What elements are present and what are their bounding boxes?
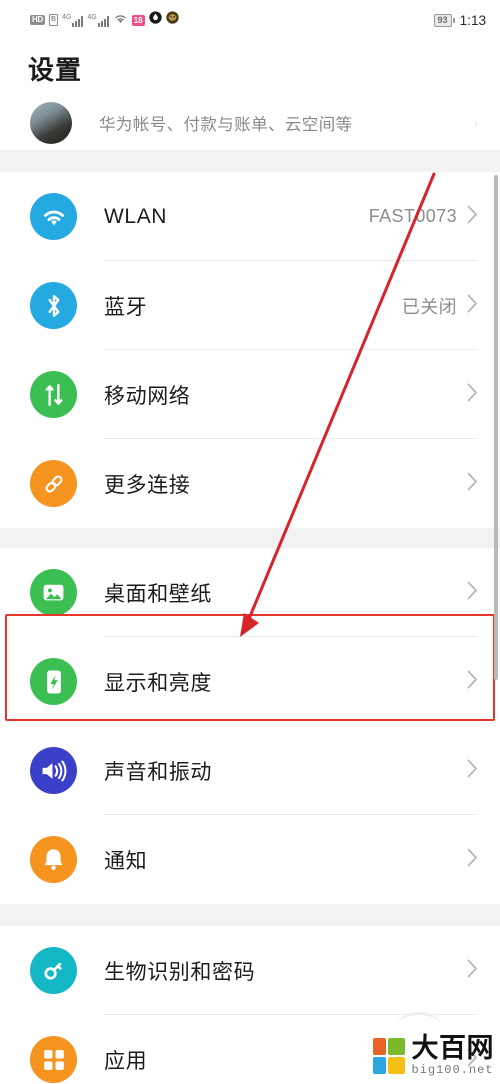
page-title-bar: 设置 — [0, 40, 500, 96]
battery-level-label: 93 — [433, 13, 452, 27]
settings-row-bluetooth[interactable]: 蓝牙 已关闭 — [0, 261, 500, 350]
mask-icon — [165, 11, 179, 29]
status-bar-left-icons: HD B 4G 4G 18 — [30, 11, 179, 29]
bell-icon — [30, 836, 77, 883]
chevron-right-icon — [467, 581, 478, 605]
wallpaper-icon — [30, 569, 77, 616]
settings-row-label: 声音和振动 — [104, 760, 212, 784]
settings-row-value: FAST0073 — [368, 206, 457, 226]
settings-row-display-brightness[interactable]: 显示和亮度 — [0, 637, 500, 726]
sound-vibration-icon — [30, 747, 77, 794]
wifi-icon — [113, 11, 128, 29]
bluetooth-icon — [30, 282, 77, 329]
chevron-right-icon — [467, 205, 478, 229]
apps-grid-icon — [30, 1036, 77, 1083]
settings-row-label: WLAN — [104, 204, 168, 228]
settings-group: WLAN FAST0073 蓝牙 已关闭移动网络更多连接 — [0, 172, 500, 528]
settings-row-mobile-network[interactable]: 移动网络 — [0, 350, 500, 439]
vertical-scrollbar[interactable] — [494, 175, 498, 680]
display-brightness-icon — [30, 658, 77, 705]
chevron-right-icon — [467, 848, 478, 872]
network-type-label-2: 4G — [87, 13, 97, 21]
mobile-network-icon — [30, 371, 77, 418]
chevron-right-icon — [467, 959, 478, 983]
hd-voice-icon: HD — [30, 15, 45, 25]
settings-row-label: 应用 — [104, 1049, 148, 1073]
settings-row-link[interactable]: 更多连接 — [0, 439, 500, 528]
signal-bars-sim2-icon: 4G — [87, 13, 109, 27]
settings-row-label: 蓝牙 — [104, 295, 148, 319]
account-entry-row[interactable]: 华为帐号、付款与账单、云空间等 › — [0, 96, 500, 150]
watermark-logo-icon — [372, 1037, 405, 1074]
signal-bars-sim1-icon: 4G — [62, 13, 84, 27]
status-bar-right-icons: 93 1:13 — [433, 12, 487, 28]
watermark: 大百网 big100.net — [372, 1033, 495, 1077]
chevron-right-icon — [467, 670, 478, 694]
chevron-right-icon — [467, 472, 478, 496]
chevron-right-icon — [467, 383, 478, 407]
settings-row-label: 生物识别和密码 — [104, 960, 256, 984]
group-spacer — [0, 150, 500, 172]
key-icon — [30, 947, 77, 994]
settings-row-label: 显示和亮度 — [104, 671, 212, 695]
battery-icon: 93 — [433, 13, 455, 27]
settings-row-key[interactable]: 生物识别和密码 — [0, 926, 500, 1015]
settings-row-label: 通知 — [104, 849, 148, 873]
watermark-en-label: big100.net — [411, 1063, 494, 1077]
settings-row-label: 移动网络 — [104, 384, 191, 408]
app-badge-icon: 18 — [131, 14, 145, 26]
settings-row-wifi[interactable]: WLAN FAST0073 — [0, 172, 500, 261]
network-type-label-1: 4G — [62, 13, 72, 21]
avatar — [30, 102, 72, 144]
wifi-icon — [30, 193, 77, 240]
settings-row-wallpaper[interactable]: 桌面和壁纸 — [0, 548, 500, 637]
settings-list: WLAN FAST0073 蓝牙 已关闭移动网络更多连接桌面和壁纸显示和亮度声音和振动… — [0, 150, 500, 1084]
droplet-icon — [148, 11, 162, 29]
status-bar: HD B 4G 4G 18 93 1:13 — [0, 0, 500, 40]
settings-row-sound-vibration[interactable]: 声音和振动 — [0, 726, 500, 815]
phone-screen: HD B 4G 4G 18 93 1:13 设置 华为帐号、付款与账单、云空间等… — [0, 0, 500, 1084]
settings-row-label: 更多连接 — [104, 473, 191, 497]
group-spacer — [0, 528, 500, 548]
group-spacer — [0, 904, 500, 926]
page-title: 设置 — [28, 54, 83, 85]
account-subtitle: 华为帐号、付款与账单、云空间等 — [99, 116, 353, 134]
watermark-text: 大百网 big100.net — [411, 1033, 495, 1077]
settings-group: 桌面和壁纸显示和亮度声音和振动通知 — [0, 548, 500, 904]
status-bar-clock: 1:13 — [459, 12, 487, 28]
chevron-right-icon: › — [474, 117, 478, 129]
settings-row-label: 桌面和壁纸 — [104, 582, 212, 606]
settings-row-value: 已关闭 — [401, 296, 457, 317]
sim-icon: B — [48, 14, 59, 26]
chevron-right-icon — [467, 759, 478, 783]
link-icon — [30, 460, 77, 507]
settings-row-bell[interactable]: 通知 — [0, 815, 500, 904]
chevron-right-icon — [467, 294, 478, 318]
watermark-cn-label: 大百网 — [411, 1033, 494, 1063]
